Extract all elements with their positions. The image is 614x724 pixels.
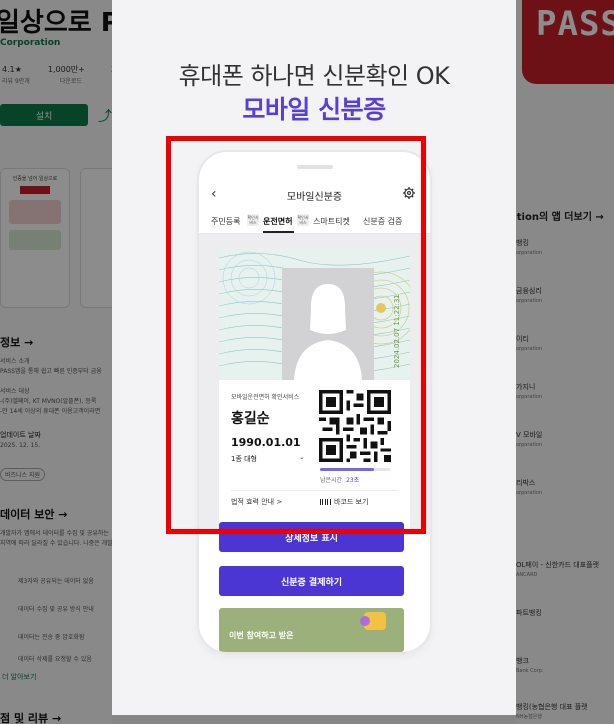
- holder-name: 홍길순: [231, 411, 270, 427]
- tab-drivers-license[interactable]: 운전면허: [263, 216, 292, 227]
- security-line: 지역에 따라 달라질 수 있습니다. 나중은 개발자: [0, 540, 112, 547]
- phone-speaker: [297, 165, 333, 169]
- app-stats: 4.1★1,000만+3: [2, 64, 112, 75]
- related-app[interactable]: 뱅킹 orporation: [516, 238, 542, 258]
- qr-code: [319, 390, 391, 462]
- related-app[interactable]: OL페이 - 신한카드 대표플랫 ANCARD: [516, 560, 599, 580]
- card-divider: [231, 490, 398, 491]
- screen-title: 모바일신분증: [286, 192, 343, 203]
- share-icon[interactable]: ⤴: [98, 106, 112, 126]
- security-item: 제3자와 공유되는 데이터 없음: [18, 578, 94, 585]
- license-type: 1종 대형: [231, 455, 257, 463]
- section-data-security[interactable]: 데이터 보안 →: [0, 506, 67, 522]
- confetti-icon: [360, 616, 370, 626]
- section-app-info[interactable]: 정보 →: [0, 334, 33, 350]
- section-reviews[interactable]: 점 및 리뷰 →: [0, 710, 61, 724]
- security-line: 개발자가 앱에서 데이터를 수집 및 공유하는: [0, 530, 109, 537]
- phone-mockup: ‹ 모바일신분증 주민등록 확인서비스 운전면허 확인서비스 스마트티켓 신분증…: [199, 152, 430, 652]
- timer-value: 23초: [346, 477, 360, 484]
- downloads-caption: 다운로드: [59, 78, 82, 85]
- related-app[interactable]: 리박스 orporation: [516, 478, 542, 498]
- person-silhouette-icon: [282, 268, 374, 380]
- more-apps-heading[interactable]: ation의 앱 더보기 →: [516, 208, 604, 223]
- downloads-stat: 1,000만+: [47, 65, 85, 74]
- screenshot-card: [9, 200, 61, 224]
- screenshot-thumbnail[interactable]: [80, 168, 112, 308]
- install-button[interactable]: 설치: [0, 104, 88, 126]
- update-label: 업데이트 날짜: [0, 431, 41, 439]
- related-app[interactable]: 뱅크 Bank Corp.: [516, 656, 544, 676]
- security-item: 데이터 수집 및 공유 방식 안내: [18, 606, 94, 613]
- pass-logo: PASS: [522, 0, 614, 84]
- chevron-down-icon[interactable]: ⌄: [299, 453, 305, 461]
- tab-id-verification[interactable]: 신분증 검증: [363, 216, 402, 227]
- security-item: 데이터는 전송 중 암호화됨: [18, 634, 85, 641]
- show-details-button[interactable]: 상세정보 표시: [219, 522, 404, 552]
- developer-name[interactable]: Corporation: [0, 38, 60, 48]
- barcode-view-button[interactable]: 바코드 보기: [320, 497, 368, 507]
- screenshot-logo: [20, 186, 50, 194]
- promo-headline: 휴대폰 하나면 신분확인 OK: [178, 62, 450, 90]
- tab-tag: 확인서비스: [247, 214, 259, 226]
- category-chip[interactable]: 비즈니스 지원: [0, 468, 46, 481]
- related-app[interactable]: 파트뱅킹: [516, 608, 542, 618]
- promo-banner[interactable]: 이번 참여하고 받은: [219, 608, 404, 652]
- timer-readout: 남은시간 23초: [320, 475, 359, 484]
- app-title: 일상으로 P: [0, 8, 112, 38]
- barcode-icon: [320, 499, 332, 505]
- id-photo: [282, 268, 374, 380]
- birth-date: 1990.01.01: [231, 436, 301, 449]
- app-stats-sub: 리뷰 9만개 다운로드: [2, 76, 82, 85]
- store-left-panel: 일상으로 P Corporation 4.1★1,000만+3 리뷰 9만개다운…: [0, 0, 112, 724]
- tab-tag: 확인서비스: [297, 214, 309, 226]
- timer-progress-fill: [320, 468, 374, 471]
- verify-service-label: 모바일운전면허 확인서비스: [231, 394, 300, 401]
- legal-effect-link[interactable]: 법적 효력 안내 >: [231, 497, 282, 507]
- gear-icon[interactable]: [402, 186, 416, 200]
- info-line: PASS앱을 통해 쉽고 빠른 인증부터 금융: [0, 368, 102, 375]
- promo-headline-accent: 모바일 신분증: [242, 95, 386, 124]
- rating-stat: 4.1★: [2, 65, 22, 74]
- banner-text: 이번 참여하고 받은: [229, 631, 294, 640]
- screenshot-card: [9, 230, 61, 250]
- info-line: -(주)엘페이, KT MVNO(알뜰폰), 등록: [0, 398, 97, 405]
- related-app[interactable]: 뱅킹(농협은행 대표 플랫 NH농협은행: [516, 702, 588, 722]
- related-app[interactable]: 금융심리 orporation: [516, 286, 542, 306]
- tab-resident-id[interactable]: 주민등록: [211, 216, 240, 227]
- related-app[interactable]: V 모바일 orporation: [516, 430, 542, 450]
- related-app[interactable]: 이티 orporation: [516, 334, 542, 354]
- barcode-view-label: 바코드 보기: [334, 498, 369, 506]
- timer-progress-bar: [320, 468, 390, 471]
- screenshot-thumbnail[interactable]: 인증을 넘어 일상으로: [0, 168, 70, 308]
- timer-label: 남은시간: [320, 477, 343, 484]
- mobile-license-card: 2024.02.07 11:22:31 모바일운전면허 확인서비스 홍길순 19…: [219, 248, 410, 534]
- store-right-panel: PASS ation의 앱 더보기 → 뱅킹 orporation 금융심리 orp…: [516, 0, 614, 724]
- screenshot-viewer-modal: 휴대폰 하나면 신분확인 OK 모바일 신분증 ‹ 모바일신분증 주민등록 확인…: [112, 0, 516, 715]
- related-app[interactable]: 가지니 orporation: [516, 382, 542, 402]
- reviews-count: 리뷰 9만개: [2, 78, 30, 85]
- update-date: 2025. 12. 15.: [0, 442, 41, 449]
- id-payment-button[interactable]: 신분증 결제하기: [219, 566, 404, 596]
- tab-smart-ticket[interactable]: 스마트티켓: [313, 216, 350, 227]
- details-link[interactable]: 더 알아보기: [2, 672, 36, 682]
- security-item: 데이터 삭제를 요청할 수 있음: [18, 656, 92, 663]
- info-line: 서비스 소개: [0, 358, 30, 365]
- info-line: 서비스 대상: [0, 388, 30, 395]
- issue-timestamp: 2024.02.07 11:22:31: [393, 294, 401, 368]
- card-area: 2024.02.07 11:22:31 모바일운전면허 확인서비스 홍길순 19…: [199, 234, 430, 534]
- info-line: -만 14세 이상의 휴대폰 이용고객이라면: [0, 408, 101, 415]
- screenshot-caption: 인증을 넘어 일상으로: [12, 176, 58, 182]
- id-type-tabs: 주민등록 확인서비스 운전면허 확인서비스 스마트티켓 신분증 검증: [203, 214, 426, 234]
